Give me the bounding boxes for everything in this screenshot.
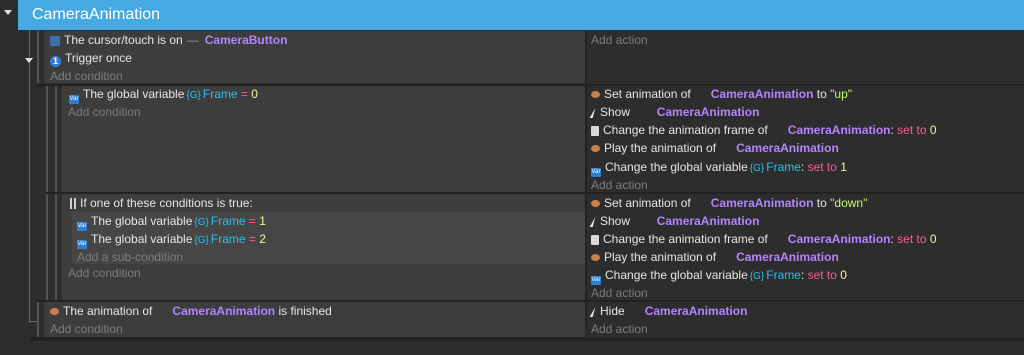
- add-condition-link[interactable]: Add condition: [68, 103, 141, 121]
- cursor-icon: [50, 36, 60, 46]
- collapse-arrow-icon[interactable]: [4, 10, 12, 15]
- action-change-frame[interactable]: Change the animation frame of CameraAnim…: [591, 230, 937, 248]
- frame-icon: [591, 235, 599, 245]
- animation-icon: [591, 145, 600, 152]
- add-action-link[interactable]: Add action: [591, 31, 648, 49]
- sub-condition-frame-2[interactable]: Var The global variable {G} Frame = 2: [77, 230, 266, 249]
- action-show[interactable]: Show CameraAnimation: [589, 103, 759, 121]
- trigger-once-icon: 1: [50, 56, 61, 67]
- animation-icon: [591, 91, 600, 98]
- condition-animation-finished[interactable]: The animation of CameraAnimation is fini…: [50, 302, 332, 320]
- action-set-animation[interactable]: Set animation of CameraAnimation to "dow…: [591, 194, 867, 212]
- condition-global-variable[interactable]: Var The global variable {G} Frame = 0: [69, 85, 258, 104]
- event-bar: [37, 31, 39, 83]
- action-set-animation[interactable]: Set animation of CameraAnimation to "up": [591, 85, 852, 103]
- global-variable-icon: {G}: [194, 235, 209, 246]
- add-condition-link[interactable]: Add condition: [50, 320, 123, 338]
- action-change-global-variable[interactable]: Var Change the global variable {G} Frame: s…: [591, 266, 847, 285]
- action-play-animation[interactable]: Play the animation of CameraAnimation: [591, 248, 839, 266]
- add-action-link[interactable]: Add action: [591, 320, 648, 338]
- divider: [585, 31, 587, 327]
- or-condition-icon: [70, 198, 76, 209]
- frame-icon: [591, 126, 599, 136]
- touch-icon: —: [186, 33, 199, 47]
- condition-cursor-on[interactable]: The cursor/touch is on — CameraButton: [50, 31, 287, 49]
- global-variable-icon: {G}: [194, 217, 209, 228]
- tree-line: [29, 30, 30, 322]
- add-condition-link[interactable]: Add condition: [68, 264, 141, 282]
- action-change-global-variable[interactable]: Var Change the global variable {G} Frame: s…: [591, 158, 847, 177]
- action-hide[interactable]: Hide CameraAnimation: [589, 302, 747, 320]
- action-play-animation[interactable]: Play the animation of CameraAnimation: [591, 139, 839, 157]
- event-group-title: CameraAnimation: [32, 6, 161, 23]
- global-variable-icon: {G}: [749, 163, 765, 174]
- event-bar: [37, 302, 39, 337]
- global-variable-icon: {G}: [186, 90, 201, 101]
- visibility-icon: [589, 217, 596, 227]
- add-condition-link[interactable]: Add condition: [50, 67, 123, 85]
- collapse-arrow-icon[interactable]: [25, 58, 33, 63]
- tree-line: [29, 321, 37, 322]
- event-bar: [55, 86, 57, 192]
- visibility-icon: [589, 108, 596, 118]
- sub-condition-frame-1[interactable]: Var The global variable {G} Frame = 1: [77, 212, 266, 231]
- event-bar: [55, 194, 57, 300]
- visibility-icon: [589, 307, 596, 317]
- animation-icon: [591, 254, 600, 261]
- animation-icon: [591, 200, 600, 207]
- event-group-header[interactable]: CameraAnimation: [18, 0, 1024, 30]
- animation-icon: [50, 308, 59, 315]
- action-change-frame[interactable]: Change the animation frame of CameraAnim…: [591, 121, 937, 139]
- action-show[interactable]: Show CameraAnimation: [589, 212, 759, 230]
- global-variable-icon: {G}: [749, 271, 765, 282]
- condition-or-group[interactable]: If one of these conditions is true:: [70, 194, 253, 212]
- condition-trigger-once[interactable]: 1 Trigger once: [50, 49, 132, 67]
- divider: [30, 337, 1024, 341]
